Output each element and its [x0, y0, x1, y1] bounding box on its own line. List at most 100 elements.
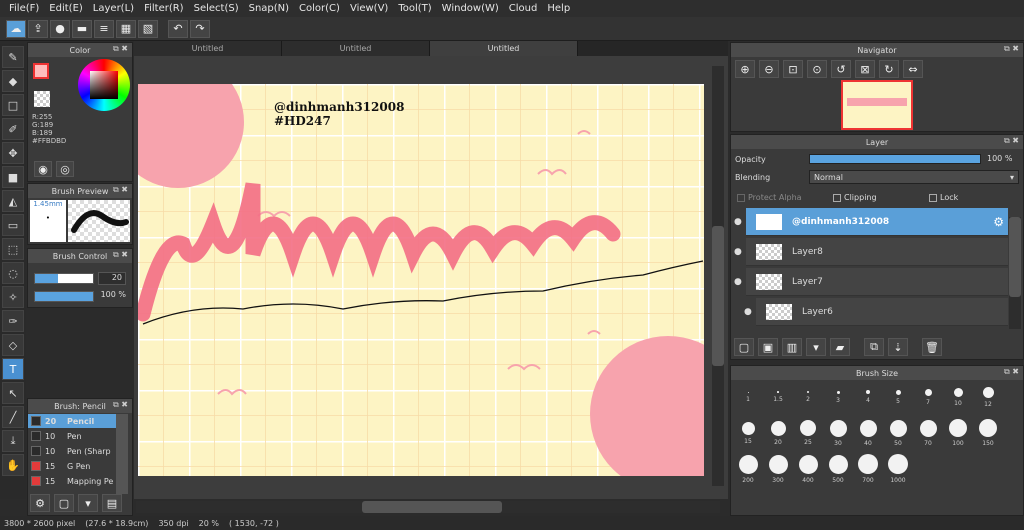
brush-size-option[interactable]: 30	[823, 418, 853, 448]
clipping-checkbox[interactable]: Clipping	[833, 193, 877, 202]
delete-layer-icon[interactable]: 🗑	[922, 338, 942, 356]
brush-size-option[interactable]: 70	[913, 418, 943, 448]
menu-item-selects[interactable]: Select(S)	[189, 3, 244, 14]
menu-item-filterr[interactable]: Filter(R)	[139, 3, 189, 14]
menu-item-colorc[interactable]: Color(C)	[294, 3, 345, 14]
brush-file-icon[interactable]: ▤	[102, 494, 122, 512]
panel-controls-icon[interactable]: ⧉ ✖	[113, 250, 128, 260]
add-layer-menu-icon[interactable]: ▾	[806, 338, 826, 356]
canvas-vertical-scrollbar[interactable]	[712, 66, 724, 486]
new-halftone-layer-icon[interactable]: ▣	[758, 338, 778, 356]
eyedropper-icon[interactable]: ⤓	[2, 430, 24, 452]
brush-size-option[interactable]: 2	[793, 382, 823, 412]
menu-item-edite[interactable]: Edit(E)	[44, 3, 88, 14]
menu-item-help[interactable]: Help	[542, 3, 575, 14]
brush-size-option[interactable]: 200	[733, 454, 763, 484]
rotate-reset-icon[interactable]: ⊠	[855, 60, 875, 78]
brush-size-option[interactable]: 20	[763, 418, 793, 448]
layer-row[interactable]: ● Layer6	[744, 298, 1008, 326]
brush-size-option[interactable]: 100	[943, 418, 973, 448]
new-folder-icon[interactable]: ▰	[830, 338, 850, 356]
lock-checkbox[interactable]: Lock	[929, 193, 958, 202]
brush-tool-icon[interactable]: ✎	[2, 46, 24, 68]
rect-select-icon[interactable]: □	[2, 94, 24, 116]
menu-item-viewv[interactable]: View(V)	[345, 3, 393, 14]
eraser-tool-icon[interactable]: ◆	[2, 70, 24, 92]
eye-icon[interactable]: ●	[734, 277, 742, 287]
brush-list-scrollbar[interactable]	[116, 414, 128, 494]
brush-opacity-slider[interactable]	[34, 291, 94, 302]
magic-wand-icon[interactable]: ✧	[2, 286, 24, 308]
brush-size-option[interactable]: 12	[973, 382, 1003, 412]
palette-icon[interactable]: ◉	[34, 161, 52, 177]
snap-radial-icon[interactable]: ▧	[138, 19, 158, 38]
menu-item-toolt[interactable]: Tool(T)	[393, 3, 436, 14]
layer-row[interactable]: ● Layer8	[734, 238, 1008, 266]
new-1bit-layer-icon[interactable]: ▥	[782, 338, 802, 356]
text-tool-icon[interactable]: T	[2, 358, 24, 380]
panel-controls-icon[interactable]: ⧉ ✖	[1004, 367, 1019, 377]
foreground-color-swatch[interactable]	[33, 63, 49, 79]
layer-row[interactable]: ● @dinhmanh312008 ⚙	[734, 208, 1008, 236]
layer-scrollbar[interactable]	[1009, 217, 1021, 329]
menu-item-windoww[interactable]: Window(W)	[437, 3, 504, 14]
zoom-in-icon[interactable]: ⊕	[735, 60, 755, 78]
lasso-tool-icon[interactable]: ◌	[2, 262, 24, 284]
menu-item-snapn[interactable]: Snap(N)	[244, 3, 294, 14]
brush-size-option[interactable]: 3	[823, 382, 853, 412]
chat-icon[interactable]: ●	[50, 19, 70, 38]
select-eraser-icon[interactable]: ◇	[2, 334, 24, 356]
brush-list-item[interactable]: 10 Pen	[28, 429, 128, 443]
color-wheel[interactable]	[78, 59, 130, 111]
panel-controls-icon[interactable]: ⧉ ✖	[1004, 44, 1019, 54]
artwork[interactable]: @dinhmanh312008 #HD247	[138, 84, 704, 476]
move-tool-icon[interactable]: ✥	[2, 142, 24, 164]
brush-size-option[interactable]: 25	[793, 418, 823, 448]
brush-size-option[interactable]: 1.5	[763, 382, 793, 412]
navigator-thumbnail[interactable]	[841, 80, 913, 130]
brush-size-option[interactable]: 4	[853, 382, 883, 412]
divide-tool-icon[interactable]: ╱	[2, 406, 24, 428]
brush-size-option[interactable]: 400	[793, 454, 823, 484]
panel-controls-icon[interactable]: ⧉ ✖	[113, 185, 128, 195]
brush-menu-icon[interactable]: ▾	[78, 494, 98, 512]
menu-item-filef[interactable]: File(F)	[4, 3, 44, 14]
eye-icon[interactable]: ●	[734, 247, 742, 257]
merge-layer-icon[interactable]: ⇣	[888, 338, 908, 356]
blending-select[interactable]: Normal ▾	[809, 170, 1019, 184]
snap-grid-icon[interactable]: ▦	[116, 19, 136, 38]
menu-item-layerl[interactable]: Layer(L)	[88, 3, 139, 14]
gradient-tool-icon[interactable]: ▭	[2, 214, 24, 236]
layer-row[interactable]: ● Layer7	[734, 268, 1008, 296]
brush-size-option[interactable]: 1	[733, 382, 763, 412]
layer-opacity-slider[interactable]	[809, 154, 981, 164]
zoom-reset-icon[interactable]: ⊙	[807, 60, 827, 78]
rotate-left-icon[interactable]: ↺	[831, 60, 851, 78]
gear-icon[interactable]: ⚙	[993, 215, 1004, 229]
panel-controls-icon[interactable]: ⧉ ✖	[113, 400, 128, 410]
duplicate-layer-icon[interactable]: ⧉	[864, 338, 884, 356]
canvas-horizontal-scrollbar[interactable]	[136, 501, 720, 513]
zoom-out-icon[interactable]: ⊖	[759, 60, 779, 78]
eye-icon[interactable]: ●	[734, 217, 742, 227]
snap-parallel-icon[interactable]: ≡	[94, 19, 114, 38]
undo-icon[interactable]: ↶	[168, 19, 188, 38]
canvas-area[interactable]: @dinhmanh312008 #HD247	[134, 56, 728, 499]
brush-size-option[interactable]: 500	[823, 454, 853, 484]
brush-size-option[interactable]: 10	[943, 382, 973, 412]
tab-untitled-3[interactable]: Untitled	[430, 41, 578, 56]
select-pen-icon[interactable]: ✑	[2, 310, 24, 332]
operation-tool-icon[interactable]: ↖	[2, 382, 24, 404]
transparent-color-swatch[interactable]	[34, 91, 50, 107]
eye-icon[interactable]: ●	[744, 307, 752, 317]
cloud-icon[interactable]: ☁	[6, 19, 26, 38]
bucket-tool-icon[interactable]: ◭	[2, 190, 24, 212]
panel-controls-icon[interactable]: ⧉ ✖	[113, 44, 128, 54]
snap-off-icon[interactable]: ▬	[72, 19, 92, 38]
hand-tool-icon[interactable]: ✋	[2, 454, 24, 476]
new-brush-icon[interactable]: ▢	[54, 494, 74, 512]
tab-untitled-2[interactable]: Untitled	[282, 41, 430, 56]
brush-size-value[interactable]: 20	[98, 272, 126, 285]
rotate-right-icon[interactable]: ↻	[879, 60, 899, 78]
fill-rect-icon[interactable]: ■	[2, 166, 24, 188]
